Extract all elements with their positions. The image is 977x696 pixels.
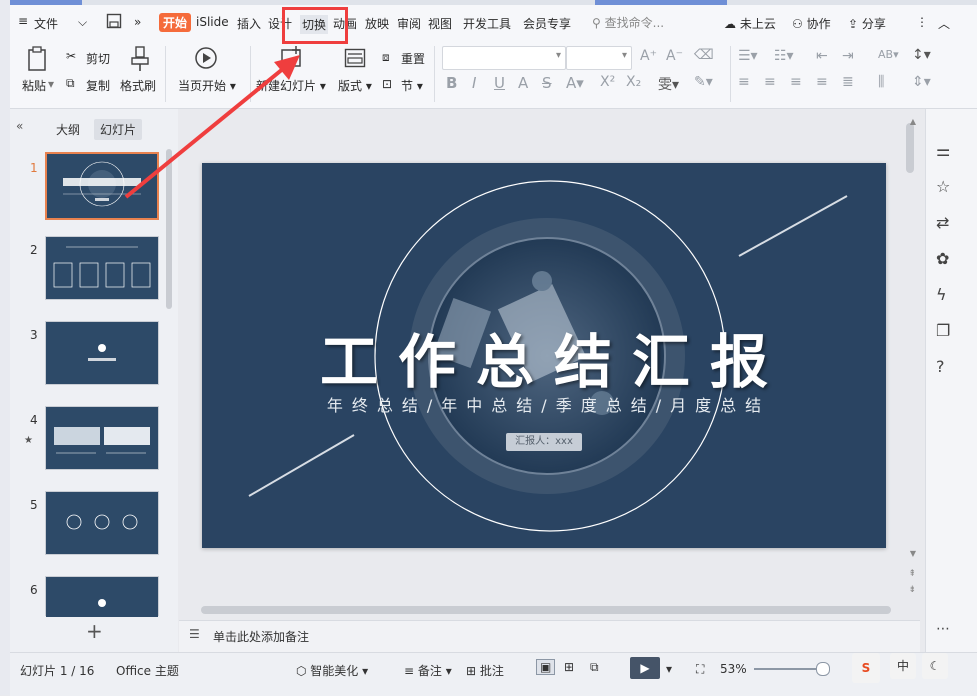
pointer-arrow: [124, 55, 300, 199]
